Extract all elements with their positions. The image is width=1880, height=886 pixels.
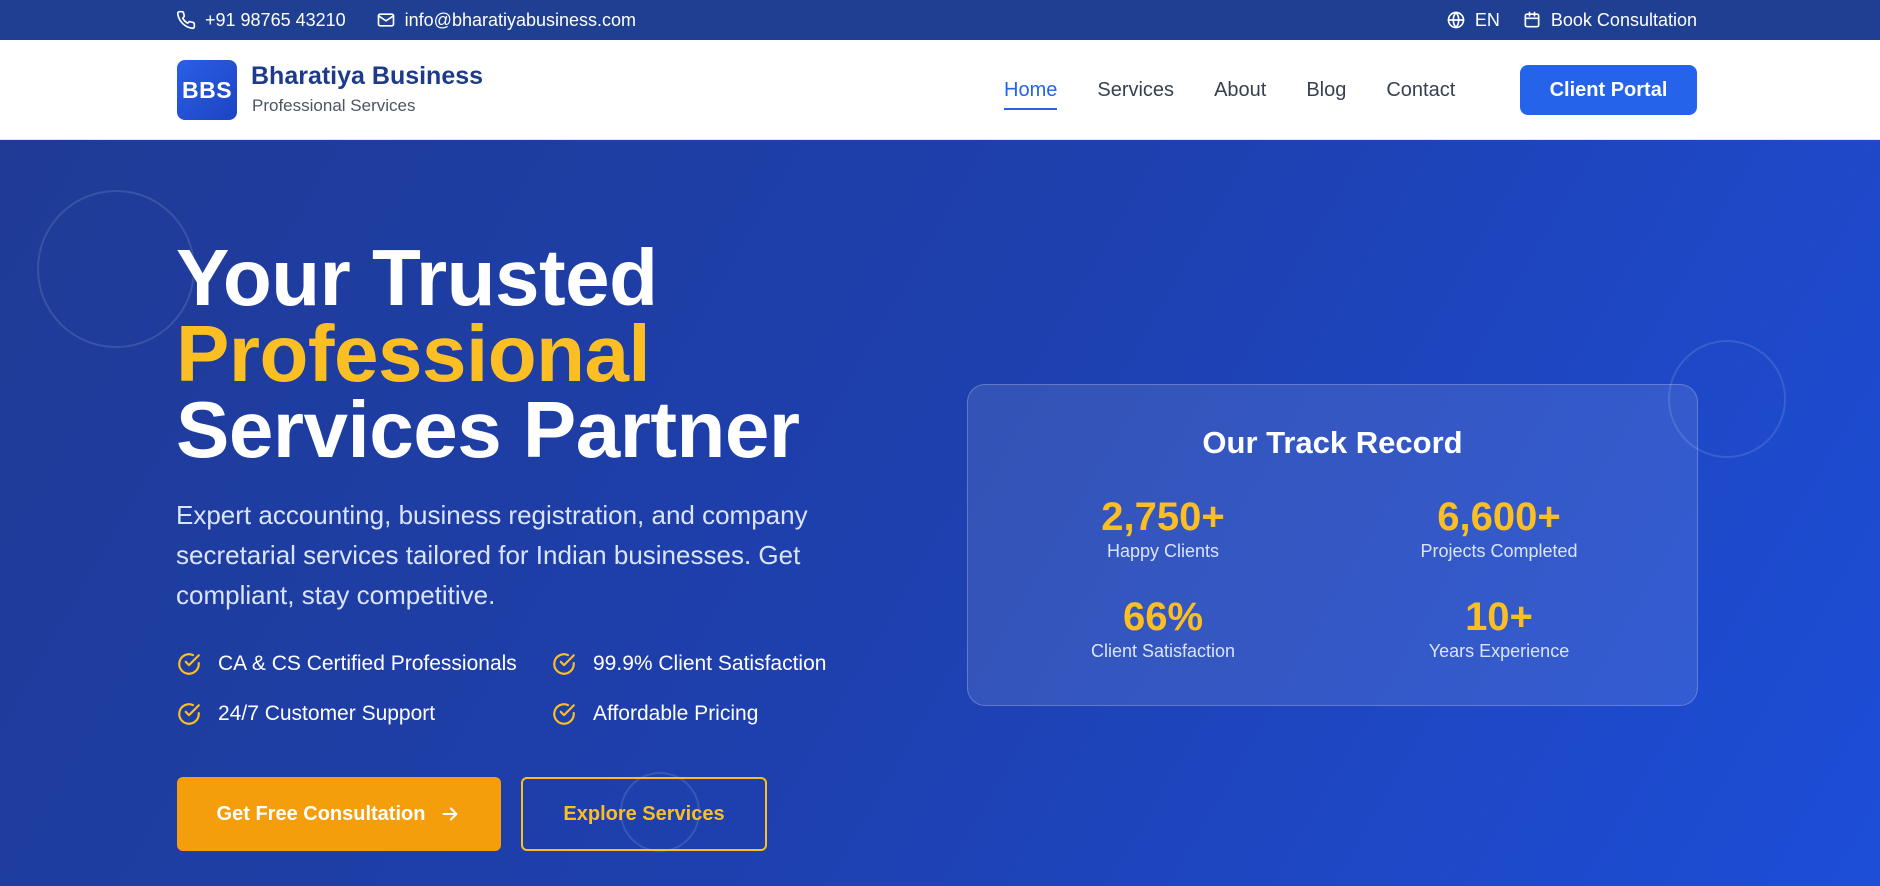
arrow-right-icon xyxy=(443,807,458,821)
stat-happy-clients: 2,750+ Happy Clients xyxy=(1013,495,1313,562)
stat-value: 66% xyxy=(1122,595,1204,639)
card-title: Our Track Record xyxy=(1202,425,1463,460)
brand-tagline: Professional Services xyxy=(252,96,416,115)
email-text: info@bharatiyabusiness.com xyxy=(404,9,637,30)
site-header: BBS Bharatiya Business Professional Serv… xyxy=(0,40,1880,140)
get-free-consultation-button[interactable]: Get Free Consultation xyxy=(177,777,501,851)
feature-list: CA & CS Certified Professionals 99.9% Cl… xyxy=(176,650,876,728)
stat-label: Years Experience xyxy=(1428,641,1570,661)
check-circle-icon xyxy=(553,653,575,675)
explore-services-button[interactable]: Explore Services xyxy=(521,777,767,851)
nav-contact[interactable]: Contact xyxy=(1386,73,1455,108)
nav-about[interactable]: About xyxy=(1214,73,1266,108)
nav-services[interactable]: Services xyxy=(1097,73,1174,108)
track-record-card: Our Track Record 2,750+ Happy Clients 6,… xyxy=(967,384,1698,706)
book-consultation-link[interactable]: Book Consultation xyxy=(1522,10,1697,31)
language-selector[interactable]: EN xyxy=(1446,10,1500,31)
globe-icon xyxy=(1447,11,1465,29)
calendar-icon xyxy=(1524,11,1540,28)
stat-client-satisfaction: 66% Client Satisfaction xyxy=(1013,595,1313,662)
stat-value: 6,600+ xyxy=(1437,495,1561,539)
feature-item: 24/7 Customer Support xyxy=(176,700,551,728)
feature-label: 99.9% Client Satisfaction xyxy=(593,652,827,675)
language-label: EN xyxy=(1474,9,1500,30)
headline-line-1: Your Trusted xyxy=(176,233,658,322)
stat-projects-completed: 6,600+ Projects Completed xyxy=(1349,495,1649,562)
cta-label: Get Free Consultation xyxy=(216,802,426,825)
feature-label: 24/7 Customer Support xyxy=(218,702,436,725)
mail-icon xyxy=(377,13,394,27)
phone-icon xyxy=(176,10,196,30)
client-portal-button[interactable]: Client Portal xyxy=(1520,65,1697,115)
brand-name[interactable]: Bharatiya Business xyxy=(251,62,483,91)
feature-label: Affordable Pricing xyxy=(593,702,759,725)
feature-item: Affordable Pricing xyxy=(551,700,871,728)
hero-description: Expert accounting, business registration… xyxy=(176,500,808,610)
headline-line-3: Services Partner xyxy=(176,385,800,474)
feature-item: CA & CS Certified Professionals xyxy=(176,650,551,678)
headline-line-2: Professional xyxy=(176,309,651,398)
stat-label: Client Satisfaction xyxy=(1090,641,1236,661)
hero-section: Your Trusted Professional Services Partn… xyxy=(0,140,1880,886)
stat-label: Projects Completed xyxy=(1420,541,1578,561)
book-consultation-label: Book Consultation xyxy=(1550,9,1697,30)
topbar-actions: EN Book Consultation xyxy=(1446,10,1697,31)
feature-label: CA & CS Certified Professionals xyxy=(218,652,517,675)
phone-link[interactable]: +91 98765 43210 xyxy=(176,10,346,31)
stat-value: 10+ xyxy=(1465,595,1533,639)
stat-value: 2,750+ xyxy=(1101,495,1225,539)
contact-info: +91 98765 43210 info@bharatiyabusiness.c… xyxy=(176,10,636,31)
nav-home[interactable]: Home xyxy=(1004,73,1058,110)
hero-headline: Your Trusted Professional Services Partn… xyxy=(176,233,800,474)
check-circle-icon xyxy=(178,703,200,725)
phone-text: +91 98765 43210 xyxy=(205,9,346,30)
stat-years-experience: 10+ Years Experience xyxy=(1349,595,1649,662)
feature-item: 99.9% Client Satisfaction xyxy=(551,650,871,678)
nav-blog[interactable]: Blog xyxy=(1306,73,1346,108)
email-link[interactable]: info@bharatiyabusiness.com xyxy=(376,10,636,31)
check-circle-icon xyxy=(178,653,200,675)
stat-label: Happy Clients xyxy=(1106,541,1220,561)
top-bar: +91 98765 43210 info@bharatiyabusiness.c… xyxy=(0,0,1880,40)
decorative-circle xyxy=(37,190,195,348)
check-circle-icon xyxy=(553,703,575,725)
logo[interactable]: BBS xyxy=(177,60,237,120)
main-nav: Home Services About Blog Contact xyxy=(1004,40,1455,140)
